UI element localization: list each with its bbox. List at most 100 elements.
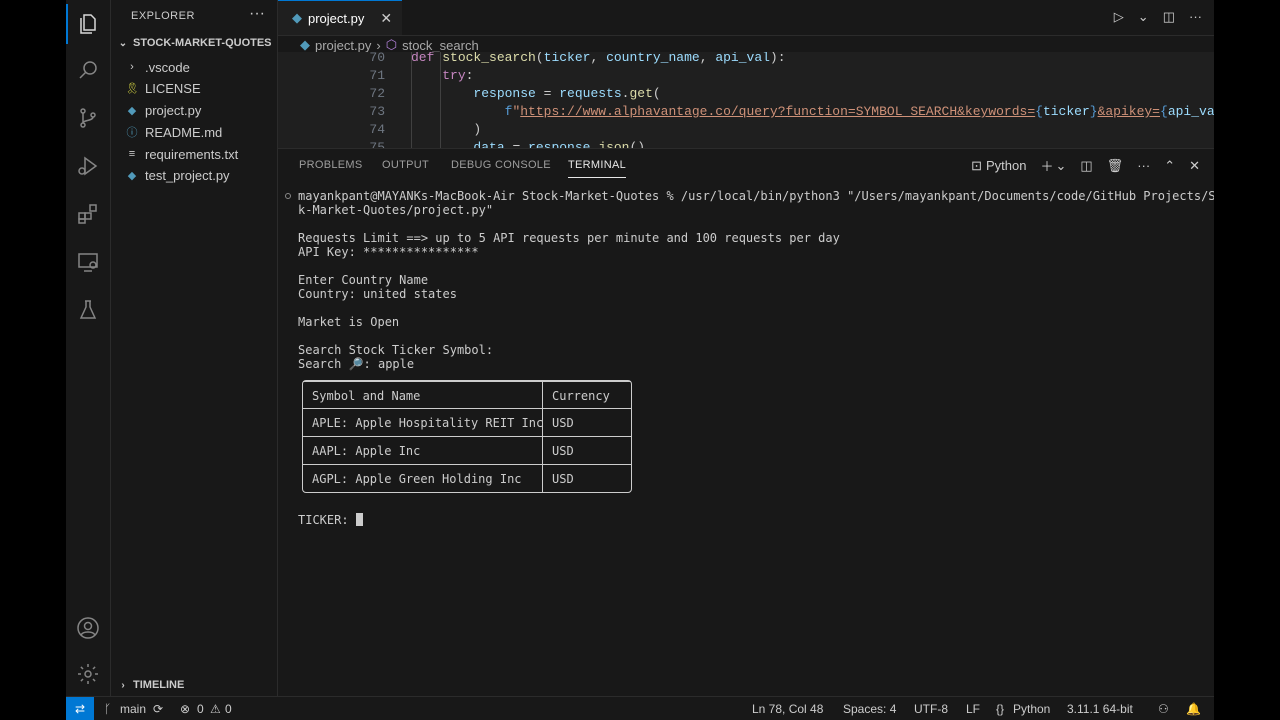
testing-icon[interactable] bbox=[74, 296, 102, 324]
table-header: Symbol and Name bbox=[312, 389, 421, 403]
code-line: 72 response = requests.get( bbox=[278, 86, 1214, 104]
sync-icon[interactable]: ⟳ bbox=[153, 702, 163, 716]
tree-item-label: test_project.py bbox=[145, 167, 230, 183]
maximize-panel-icon[interactable]: ⌃ bbox=[1164, 158, 1175, 174]
python-file-icon: ◆ bbox=[127, 104, 137, 117]
panel-actions: ⊡ Python ＋ ⌄ ◫ 🗑 ··· ⌃ ✕ bbox=[971, 156, 1200, 175]
code-text: ) bbox=[411, 122, 482, 137]
branch-name[interactable]: main bbox=[120, 702, 146, 716]
trash-icon[interactable]: 🗑 bbox=[1107, 158, 1124, 174]
indentation[interactable]: Spaces: 4 bbox=[843, 702, 896, 716]
code-editor[interactable]: 70 def stock_search(ticker, country_name,… bbox=[278, 52, 1214, 148]
terminal-line: API Key: **************** bbox=[298, 245, 479, 259]
cursor-position[interactable]: Ln 78, Col 48 bbox=[752, 702, 823, 716]
tab-problems[interactable]: PROBLEMS bbox=[299, 159, 363, 171]
close-panel-icon[interactable]: ✕ bbox=[1189, 158, 1200, 174]
editor-area: ◆ project.py ✕ ▷ ⌄ ◫ ··· ◆ project.py › … bbox=[278, 0, 1214, 697]
code-text: response = requests.get( bbox=[473, 86, 661, 101]
line-number: 73 bbox=[369, 104, 385, 119]
tree-item-label: LICENSE bbox=[145, 80, 201, 96]
table-row: AGPL: Apple Green Holding Inc USD bbox=[303, 464, 631, 493]
python-file-icon: ◆ bbox=[300, 37, 310, 52]
chevron-right-icon: › bbox=[121, 679, 125, 691]
tab-label: project.py bbox=[308, 10, 365, 26]
extensions-icon[interactable] bbox=[74, 200, 102, 228]
code-text: f"https://www.alphavantage.co/query?func… bbox=[504, 104, 1214, 119]
tree-item-project-py[interactable]: ◆ project.py bbox=[125, 99, 202, 121]
table-cell: USD bbox=[552, 416, 574, 430]
notifications-bell-icon[interactable]: 🔔 bbox=[1186, 702, 1201, 716]
warning-count[interactable]: 0 bbox=[225, 702, 232, 716]
chevron-right-icon: › bbox=[376, 37, 381, 53]
table-cell: APLE: Apple Hospitality REIT Inc bbox=[312, 416, 544, 430]
tree-item-label: README.md bbox=[145, 124, 223, 140]
terminal-line: Search 🔎: apple bbox=[298, 357, 415, 371]
more-actions-icon[interactable]: ··· bbox=[1189, 9, 1202, 25]
chevron-down-icon[interactable]: ⌄ bbox=[1055, 158, 1066, 174]
more-actions-icon[interactable]: ··· bbox=[1137, 158, 1150, 173]
run-debug-icon[interactable] bbox=[74, 152, 102, 180]
results-table: Symbol and Name Currency APLE: Apple Hos… bbox=[302, 380, 632, 493]
table-header: Currency bbox=[552, 389, 610, 403]
explorer-icon[interactable] bbox=[74, 10, 102, 38]
breadcrumb-file[interactable]: project.py bbox=[315, 38, 371, 53]
tab-output[interactable]: OUTPUT bbox=[382, 159, 429, 171]
new-terminal-icon[interactable]: ＋ bbox=[1040, 156, 1053, 175]
table-cell: USD bbox=[552, 472, 574, 486]
tree-item-requirements[interactable]: ≡ requirements.txt bbox=[125, 143, 238, 165]
remote-explorer-icon[interactable] bbox=[74, 248, 102, 276]
code-text: data = response.json() bbox=[473, 140, 646, 148]
tree-item-license[interactable]: 🎗 LICENSE bbox=[125, 77, 201, 99]
split-editor-icon[interactable]: ◫ bbox=[1163, 9, 1175, 25]
table-row: APLE: Apple Hospitality REIT Inc USD bbox=[303, 408, 631, 437]
feedback-icon[interactable]: ⚇ bbox=[1158, 702, 1169, 716]
indent-guide bbox=[411, 52, 412, 148]
editor-actions: ▷ ⌄ ◫ ··· bbox=[1114, 9, 1202, 25]
timeline-section[interactable]: › TIMELINE bbox=[117, 679, 184, 691]
python-file-icon: ◆ bbox=[127, 169, 137, 182]
tree-item-test-project[interactable]: ◆ test_project.py bbox=[125, 164, 230, 186]
vscode-window: EXPLORER ··· ⌄ STOCK-MARKET-QUOTES › .vs… bbox=[66, 0, 1214, 720]
tree-item-label: project.py bbox=[145, 102, 202, 118]
tree-item-readme[interactable]: ⓘ README.md bbox=[125, 121, 223, 143]
settings-gear-icon[interactable] bbox=[74, 660, 102, 688]
error-icon: ⊗ bbox=[180, 702, 191, 716]
line-number: 75 bbox=[369, 140, 385, 148]
account-icon[interactable] bbox=[74, 614, 102, 642]
tab-debug-console[interactable]: DEBUG CONSOLE bbox=[451, 159, 551, 171]
tree-item-label: requirements.txt bbox=[145, 146, 239, 162]
license-icon: 🎗 bbox=[125, 82, 139, 95]
error-count[interactable]: 0 bbox=[197, 702, 204, 716]
search-icon[interactable] bbox=[74, 56, 102, 84]
interpreter-version[interactable]: 3.11.1 64-bit bbox=[1067, 702, 1133, 716]
run-icon[interactable]: ▷ bbox=[1114, 9, 1124, 25]
text-file-icon: ≡ bbox=[128, 148, 136, 160]
tab-terminal[interactable]: TERMINAL bbox=[568, 159, 627, 178]
python-file-icon: ◆ bbox=[292, 10, 302, 25]
split-terminal-icon[interactable]: ◫ bbox=[1080, 158, 1092, 174]
end-of-line[interactable]: LF bbox=[966, 702, 980, 716]
breadcrumb-symbol[interactable]: stock_search bbox=[402, 38, 479, 53]
tab-project-py[interactable]: ◆ project.py ✕ bbox=[278, 0, 402, 35]
code-line: 75 data = response.json() bbox=[278, 140, 1214, 148]
info-icon: ⓘ bbox=[126, 127, 138, 139]
tree-item-vscode[interactable]: › .vscode bbox=[125, 56, 190, 78]
shell-label[interactable]: Python bbox=[986, 158, 1026, 173]
encoding[interactable]: UTF-8 bbox=[914, 702, 948, 716]
status-bar: ⇄ ᚴ main ⟳ ⊗ 0 ⚠ 0 Ln 78, Col 48 Spaces:… bbox=[66, 696, 1214, 720]
branch-icon: ᚴ bbox=[104, 702, 112, 716]
remote-indicator-icon[interactable]: ⇄ bbox=[66, 697, 94, 720]
source-control-icon[interactable] bbox=[74, 104, 102, 132]
more-actions-icon[interactable]: ··· bbox=[249, 5, 265, 23]
ticker-prompt-label: TICKER: bbox=[298, 513, 356, 527]
language-mode[interactable]: Python bbox=[1013, 702, 1050, 716]
close-icon[interactable]: ✕ bbox=[380, 10, 392, 27]
ticker-prompt[interactable]: TICKER: bbox=[298, 513, 363, 527]
symbol-method-icon: ⬡ bbox=[385, 37, 398, 52]
project-folder[interactable]: ⌄ STOCK-MARKET-QUOTES bbox=[117, 37, 272, 49]
chevron-down-icon[interactable]: ⌄ bbox=[1138, 9, 1149, 25]
code-line: 70 def stock_search(ticker, country_name,… bbox=[278, 52, 1214, 68]
terminal-icon: ⊡ bbox=[971, 157, 982, 173]
bottom-panel: PROBLEMS OUTPUT DEBUG CONSOLE TERMINAL ⊡… bbox=[278, 148, 1214, 697]
breadcrumb: ◆ project.py › ⬡ stock_search bbox=[300, 37, 479, 53]
